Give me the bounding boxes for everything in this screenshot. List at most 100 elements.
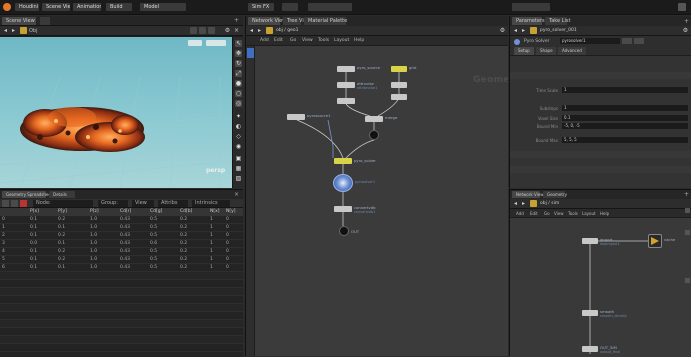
col-header-6[interactable]: Cd[b] xyxy=(180,208,202,216)
tab-tree-view[interactable]: Tree View xyxy=(283,17,311,25)
menu-help[interactable]: Help xyxy=(354,38,364,43)
section-tab-advanced[interactable]: Advanced xyxy=(558,47,586,55)
network-path-icon[interactable] xyxy=(530,200,537,207)
menu-go[interactable]: Go xyxy=(290,38,296,43)
add-tab-icon[interactable]: + xyxy=(234,18,240,24)
snap-icon[interactable] xyxy=(208,27,215,34)
back-icon[interactable]: ◂ xyxy=(512,27,519,34)
col-header-2[interactable]: P[y] xyxy=(58,208,80,216)
menu-edit[interactable]: Edit xyxy=(274,38,283,43)
node-null-output[interactable] xyxy=(369,130,379,140)
3d-viewport[interactable]: persp xyxy=(0,37,232,188)
menu-add[interactable]: Add xyxy=(260,38,269,43)
node-pyro-source[interactable] xyxy=(337,66,355,72)
node-convertvdb[interactable] xyxy=(334,206,352,212)
param-field-0[interactable]: 1 xyxy=(562,87,688,93)
col-header-3[interactable]: P[z] xyxy=(90,208,112,216)
node-field[interactable]: Node: xyxy=(33,200,93,207)
visibility-icon[interactable]: ◉ xyxy=(235,143,242,150)
secondary-network-path[interactable]: obj / sim xyxy=(540,201,559,206)
menu-tools-2[interactable]: Tools xyxy=(568,211,578,216)
col-header-0[interactable] xyxy=(2,208,22,216)
menu-view-2[interactable]: View xyxy=(554,211,564,216)
add-tab-icon[interactable]: + xyxy=(684,191,689,198)
node-grid-xform[interactable] xyxy=(391,94,407,100)
node-smooth[interactable] xyxy=(582,310,598,316)
node-attribnoise[interactable] xyxy=(337,82,355,88)
add-tab-icon[interactable]: + xyxy=(684,18,689,25)
intrinsics-field[interactable]: Intrinsics xyxy=(192,200,230,207)
obj-path[interactable]: Obj xyxy=(29,28,38,34)
viewport-camera-label[interactable]: persp xyxy=(206,167,225,174)
forward-icon[interactable]: ▸ xyxy=(10,27,17,34)
display-icon[interactable]: ▣ xyxy=(235,155,242,162)
scale-tool-icon[interactable]: ⤢ xyxy=(235,70,242,77)
network-path[interactable]: obj / geo1 xyxy=(276,28,298,33)
settings-icon[interactable]: ⚙ xyxy=(224,27,231,34)
param-folder-row[interactable] xyxy=(510,72,691,79)
node-out-sim[interactable] xyxy=(582,346,598,352)
col-header-5[interactable]: Cd[g] xyxy=(150,208,172,216)
camera-icon[interactable] xyxy=(190,27,197,34)
pose-tool-icon[interactable]: ○ xyxy=(235,90,242,97)
tab-material-palette[interactable]: Material Palette xyxy=(304,17,347,25)
shading-icon[interactable]: ◐ xyxy=(235,123,242,130)
secondary-network-canvas[interactable]: import dopimport1 cache smooth smooth_de… xyxy=(510,218,691,357)
table-row[interactable]: 6 0.1 0.1 1.0 0.43 0.5 0.2 1 0 xyxy=(0,264,243,272)
forward-icon[interactable]: ▸ xyxy=(520,27,527,34)
tab-parameters[interactable]: Parameters xyxy=(512,17,545,25)
group-field[interactable]: Group: xyxy=(98,200,128,207)
node-name-field[interactable]: pyrosolver1 xyxy=(560,38,620,44)
geometry-prims-icon[interactable] xyxy=(11,200,18,207)
close-icon[interactable]: × xyxy=(233,27,240,34)
menubar-item-5[interactable]: Sim FX xyxy=(248,3,274,11)
node-source-import[interactable] xyxy=(287,114,305,120)
forward-icon[interactable]: ▸ xyxy=(520,200,527,207)
menu-layout-2[interactable]: Layout xyxy=(582,211,596,216)
section-tab-shape[interactable]: Shape xyxy=(536,47,556,55)
param-field-3[interactable]: -5, 0, -5 xyxy=(562,123,688,129)
menu-help-2[interactable]: Help xyxy=(600,211,609,216)
back-icon[interactable]: ◂ xyxy=(248,27,255,34)
param-folder-row-2[interactable] xyxy=(510,151,691,158)
param-field-2[interactable]: 0.1 xyxy=(562,115,688,121)
parameter-path[interactable]: pyro_solver_001 xyxy=(540,28,577,33)
menu-go-2[interactable]: Go xyxy=(544,211,550,216)
render-region-icon[interactable]: ▧ xyxy=(235,175,242,182)
node-import[interactable] xyxy=(582,238,598,244)
menubar-item-4[interactable]: Model xyxy=(140,3,186,11)
menubar-item-0[interactable]: Houdini FX xyxy=(15,3,39,11)
table-row[interactable]: 5 0.1 0.2 1.0 0.43 0.5 0.2 1 0 xyxy=(0,256,243,264)
network-path-icon[interactable] xyxy=(20,27,27,34)
table-row[interactable]: 4 0.1 0.2 1.0 0.43 0.5 0.2 1 0 xyxy=(0,248,243,256)
attribute-filter-icon[interactable] xyxy=(20,200,27,207)
settings-icon[interactable]: ⚙ xyxy=(499,27,506,34)
active-tool-icon[interactable] xyxy=(247,48,254,58)
display-options-icon[interactable] xyxy=(199,27,206,34)
table-row[interactable]: 2 0.1 0.2 1.0 0.43 0.5 0.2 1 0 xyxy=(0,232,243,240)
settings-icon[interactable]: ⚙ xyxy=(682,27,689,34)
menu-add-2[interactable]: Add xyxy=(516,211,524,216)
tab-geometry-2[interactable]: Geometry xyxy=(543,191,567,198)
node-rasterize[interactable] xyxy=(337,98,355,104)
table-row[interactable]: 3 0.0 0.1 1.0 0.43 0.6 0.2 1 0 xyxy=(0,240,243,248)
col-header-7[interactable]: N[x] xyxy=(210,208,226,216)
snapshot-icon[interactable]: ▦ xyxy=(235,165,242,172)
param-folder-row-3[interactable] xyxy=(510,166,691,173)
menubar-right-icon[interactable] xyxy=(678,3,686,11)
view-dropdown[interactable]: View xyxy=(132,200,154,207)
tab-network-view[interactable]: Network View xyxy=(248,17,286,25)
secondary-side-icon-3[interactable] xyxy=(685,278,690,283)
back-icon[interactable]: ◂ xyxy=(512,200,519,207)
forward-icon[interactable]: ▸ xyxy=(256,27,263,34)
network-canvas[interactable]: Geometry pyro_source attrnoise attrib xyxy=(255,46,508,356)
table-row[interactable]: 0 0.1 0.2 1.0 0.43 0.5 0.2 1 0 xyxy=(0,216,243,224)
secondary-side-icon-1[interactable] xyxy=(685,208,690,213)
node-merge[interactable] xyxy=(365,116,383,122)
attribs-dropdown[interactable]: Attribs xyxy=(158,200,188,207)
menubar-item-6[interactable] xyxy=(282,3,298,11)
section-tab-setup[interactable]: Setup xyxy=(514,47,534,55)
view-tool-icon[interactable]: ◎ xyxy=(235,100,242,107)
tab-take-list[interactable]: Take List xyxy=(545,17,570,25)
geometry-points-icon[interactable] xyxy=(2,200,9,207)
